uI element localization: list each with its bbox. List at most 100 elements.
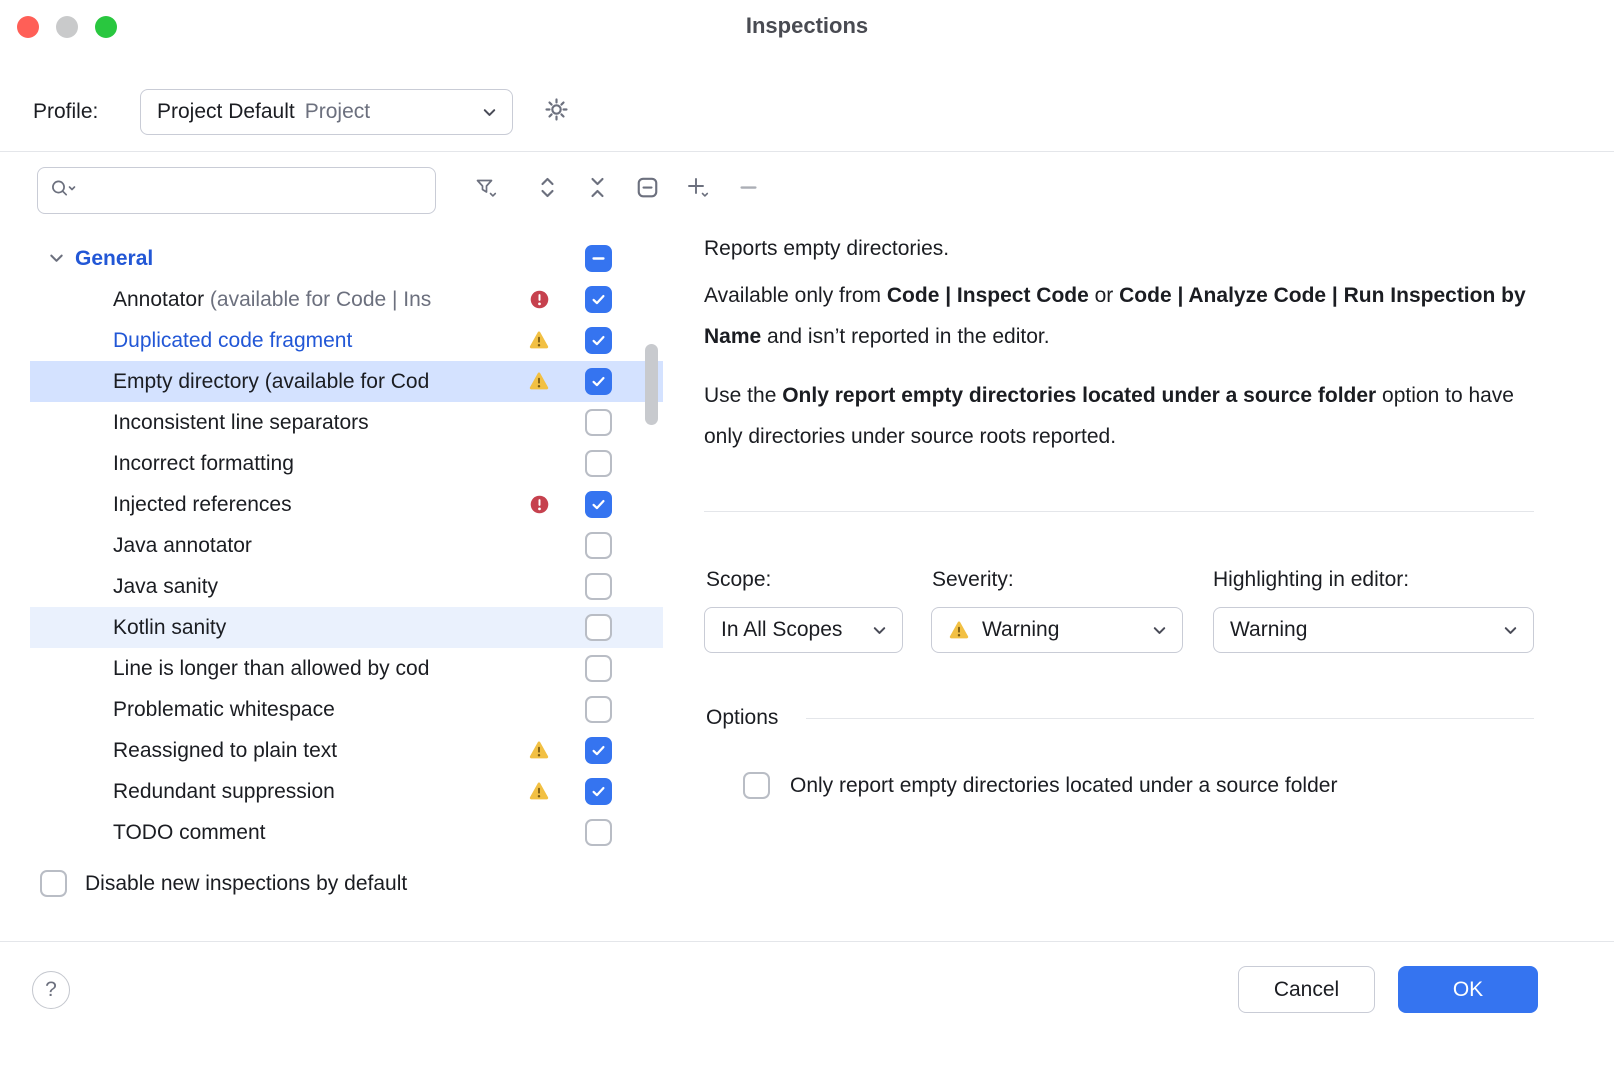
add-inspection-button[interactable] bbox=[679, 172, 715, 208]
inspection-label: Problematic whitespace bbox=[113, 698, 518, 722]
inspection-label: Inconsistent line separators bbox=[113, 411, 518, 435]
disable-new-inspections-label: Disable new inspections by default bbox=[85, 872, 407, 896]
tree-row[interactable]: Reassigned to plain text bbox=[30, 730, 663, 771]
inspection-checkbox[interactable] bbox=[585, 245, 612, 272]
description-paragraph: Reports empty directories. bbox=[704, 228, 1539, 269]
disable-new-inspections-row[interactable]: Disable new inspections by default bbox=[40, 870, 407, 897]
inspection-label: Empty directory (available for Cod bbox=[113, 370, 518, 394]
scope-label: Scope: bbox=[706, 568, 771, 592]
window-title: Inspections bbox=[0, 13, 1614, 39]
inspection-checkbox[interactable] bbox=[585, 327, 612, 354]
tree-scrollbar[interactable] bbox=[645, 344, 658, 425]
chevron-down-icon bbox=[1149, 620, 1170, 641]
gear-icon bbox=[543, 96, 570, 128]
only-report-option-row[interactable]: Only report empty directories located un… bbox=[743, 772, 1337, 799]
severity-value: Warning bbox=[982, 618, 1059, 642]
tree-row[interactable]: General bbox=[30, 238, 663, 279]
profile-select[interactable]: Project Default Project bbox=[140, 89, 513, 135]
scope-select[interactable]: In All Scopes bbox=[704, 607, 903, 653]
inspection-checkbox[interactable] bbox=[585, 573, 612, 600]
collapse-node-button[interactable] bbox=[629, 172, 665, 208]
disable-new-inspections-checkbox[interactable] bbox=[40, 870, 67, 897]
chevron-down-icon[interactable] bbox=[44, 247, 68, 270]
inspection-checkbox[interactable] bbox=[585, 450, 612, 477]
inspection-label: Injected references bbox=[113, 493, 518, 517]
tree-row[interactable]: TODO comment bbox=[30, 812, 663, 853]
inspection-checkbox[interactable] bbox=[585, 778, 612, 805]
tree-row[interactable]: Incorrect formatting bbox=[30, 443, 663, 484]
inspection-label-text: Reassigned to plain text bbox=[113, 739, 337, 762]
expand-all-button[interactable] bbox=[529, 172, 565, 208]
highlighting-select[interactable]: Warning bbox=[1213, 607, 1534, 653]
options-label: Options bbox=[706, 706, 778, 730]
text: or bbox=[1089, 284, 1119, 307]
inspection-checkbox[interactable] bbox=[585, 368, 612, 395]
inspection-label-muted: (available for Code | Ins bbox=[210, 288, 431, 311]
tree-row[interactable]: Java annotator bbox=[30, 525, 663, 566]
scope-value: In All Scopes bbox=[721, 618, 842, 642]
minus-icon bbox=[736, 175, 761, 205]
inspection-checkbox[interactable] bbox=[585, 696, 612, 723]
inspections-tree: General Annotator (available for Code | … bbox=[30, 238, 663, 853]
text: Reports empty directories. bbox=[704, 237, 949, 260]
inspection-label: Annotator (available for Code | Ins bbox=[113, 288, 518, 312]
inspection-checkbox[interactable] bbox=[585, 409, 612, 436]
tree-row[interactable]: Java sanity bbox=[30, 566, 663, 607]
tree-row[interactable]: Empty directory (available for Cod bbox=[30, 361, 663, 402]
options-divider bbox=[806, 718, 1534, 719]
inspection-label-text: Annotator bbox=[113, 288, 210, 311]
error-icon bbox=[528, 289, 550, 310]
warning-icon bbox=[528, 740, 550, 761]
cancel-button[interactable]: Cancel bbox=[1238, 966, 1375, 1013]
tree-row[interactable]: Injected references bbox=[30, 484, 663, 525]
help-button[interactable]: ? bbox=[32, 971, 70, 1009]
text: Use the bbox=[704, 384, 782, 407]
bold-text: Only report empty directories located un… bbox=[782, 384, 1376, 407]
minus-box-icon bbox=[635, 175, 660, 205]
collapse-all-button[interactable] bbox=[579, 172, 615, 208]
highlighting-label: Highlighting in editor: bbox=[1213, 568, 1409, 592]
inspection-checkbox[interactable] bbox=[585, 286, 612, 313]
inspection-label-text: Redundant suppression bbox=[113, 780, 335, 803]
inspection-checkbox[interactable] bbox=[585, 819, 612, 846]
warning-icon bbox=[948, 620, 970, 641]
severity-select[interactable]: Warning bbox=[931, 607, 1183, 653]
footer-divider bbox=[0, 941, 1614, 942]
inspection-label: Line is longer than allowed by cod bbox=[113, 657, 518, 681]
inspection-label: TODO comment bbox=[113, 821, 518, 845]
plus-icon bbox=[684, 174, 711, 206]
chevron-down-icon bbox=[1500, 620, 1521, 641]
inspection-label-text: Java sanity bbox=[113, 575, 218, 598]
inspection-checkbox[interactable] bbox=[585, 655, 612, 682]
profile-settings-button[interactable] bbox=[534, 90, 578, 134]
tree-row[interactable]: Annotator (available for Code | Ins bbox=[30, 279, 663, 320]
tree-row[interactable]: Problematic whitespace bbox=[30, 689, 663, 730]
description-paragraph: Available only from Code | Inspect Code … bbox=[704, 275, 1539, 357]
warning-icon bbox=[528, 781, 550, 802]
tree-row[interactable]: Inconsistent line separators bbox=[30, 402, 663, 443]
chevron-down-icon bbox=[479, 102, 500, 123]
expand-all-icon bbox=[535, 175, 560, 205]
inspection-checkbox[interactable] bbox=[585, 532, 612, 559]
tree-row[interactable]: Kotlin sanity bbox=[30, 607, 663, 648]
error-icon bbox=[528, 494, 550, 515]
tree-row[interactable]: Line is longer than allowed by cod bbox=[30, 648, 663, 689]
tree-row[interactable]: Duplicated code fragment bbox=[30, 320, 663, 361]
inspection-checkbox[interactable] bbox=[585, 491, 612, 518]
filter-button[interactable] bbox=[467, 172, 503, 208]
inspection-label-text: Line is longer than allowed by cod bbox=[113, 657, 429, 680]
search-field[interactable] bbox=[37, 167, 436, 214]
inspection-label: Redundant suppression bbox=[113, 780, 518, 804]
warning-icon bbox=[528, 371, 550, 392]
remove-inspection-button[interactable] bbox=[730, 172, 766, 208]
ok-button[interactable]: OK bbox=[1398, 966, 1538, 1013]
only-report-checkbox[interactable] bbox=[743, 772, 770, 799]
search-input[interactable] bbox=[82, 179, 425, 203]
inspection-label: Java annotator bbox=[113, 534, 518, 558]
severity-label: Severity: bbox=[932, 568, 1014, 592]
inspection-label: Incorrect formatting bbox=[113, 452, 518, 476]
inspection-checkbox[interactable] bbox=[585, 737, 612, 764]
bold-text: Code | Inspect Code bbox=[887, 284, 1089, 307]
inspection-checkbox[interactable] bbox=[585, 614, 612, 641]
tree-row[interactable]: Redundant suppression bbox=[30, 771, 663, 812]
